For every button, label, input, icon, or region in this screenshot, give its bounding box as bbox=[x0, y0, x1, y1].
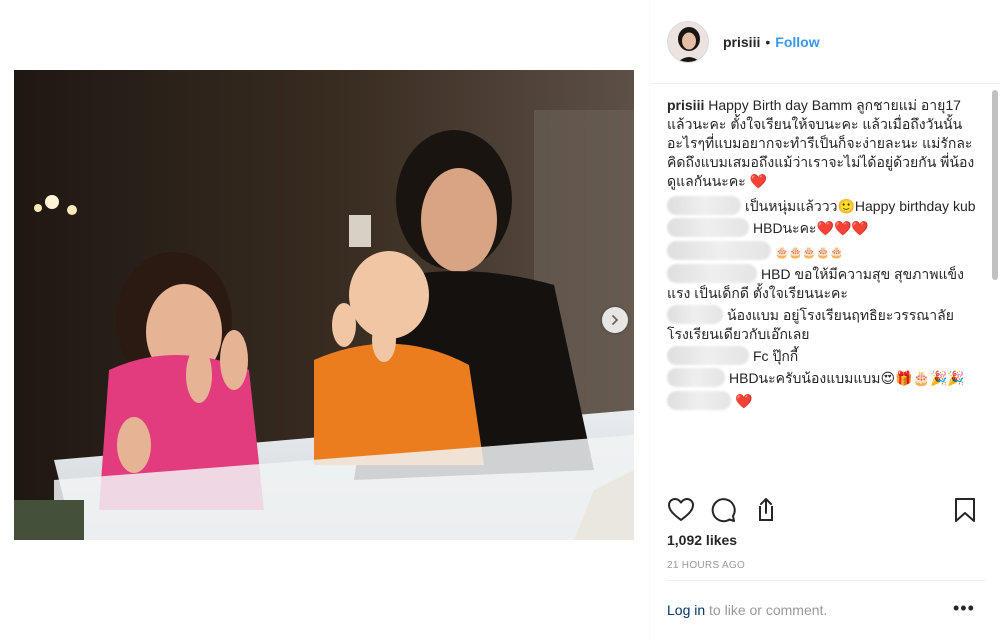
comment-emoji: ❤️❤️❤️ bbox=[816, 221, 869, 237]
caption-username[interactable]: prisiii bbox=[667, 97, 704, 113]
action-bar bbox=[667, 496, 987, 526]
comment-text: HBDนะครับน้องแบมแบม bbox=[729, 370, 881, 386]
comment-text: Fc ปุ๊กกี้ bbox=[753, 348, 799, 364]
comment-item: ❤️ bbox=[667, 391, 976, 412]
scrollbar-thumb[interactable] bbox=[992, 90, 998, 280]
blurred-username bbox=[667, 196, 741, 215]
blurred-username bbox=[667, 305, 723, 324]
divider bbox=[667, 580, 985, 581]
blurred-username bbox=[667, 241, 771, 260]
blurred-username bbox=[667, 391, 731, 410]
next-photo-button[interactable] bbox=[602, 307, 628, 333]
comment-item: HBDนะคะ❤️❤️❤️ bbox=[667, 218, 976, 239]
login-prompt-text: to like or comment. bbox=[705, 602, 828, 618]
post-header: prisiii • Follow bbox=[651, 0, 1000, 84]
bookmark-icon bbox=[955, 498, 975, 522]
comment-item: 🎂🎂🎂🎂🎂 bbox=[667, 241, 976, 262]
comment-bubble-icon bbox=[711, 498, 736, 523]
post-timestamp[interactable]: 21 HOURS AGO bbox=[667, 560, 745, 571]
chevron-right-icon bbox=[612, 315, 619, 325]
post-sidebar: prisiii • Follow prisiii Happy Birth day… bbox=[650, 0, 1000, 640]
share-icon bbox=[759, 498, 773, 521]
comment-item: Fc ปุ๊กกี้ bbox=[667, 346, 976, 366]
family-photo-illustration bbox=[14, 70, 634, 540]
login-prompt: Log in to like or comment. bbox=[667, 602, 827, 618]
blurred-username bbox=[667, 218, 749, 237]
comment-emoji: 😍🎁🎂🎉🎉 bbox=[880, 371, 965, 387]
post-caption: prisiii Happy Birth day Bamm ลูกชายแม่ อ… bbox=[667, 96, 976, 192]
like-button[interactable] bbox=[667, 496, 695, 524]
comment-item: HBDนะครับน้องแบมแบม😍🎁🎂🎉🎉 bbox=[667, 368, 976, 389]
caption-heart-emoji: ❤️ bbox=[749, 174, 768, 190]
share-button[interactable] bbox=[751, 496, 779, 524]
header-separator: • bbox=[765, 33, 771, 50]
follow-button[interactable]: Follow bbox=[775, 34, 819, 50]
comment-text: เป็นหนุ่มแล้ววว🙂Happy birthday kub bbox=[745, 198, 976, 214]
blurred-username bbox=[667, 368, 725, 387]
comment-emoji: ❤️ bbox=[735, 394, 753, 410]
comments-list: prisiii Happy Birth day Bamm ลูกชายแม่ อ… bbox=[651, 96, 986, 486]
comment-item: เป็นหนุ่มแล้ววว🙂Happy birthday kub bbox=[667, 196, 976, 216]
comment-button[interactable] bbox=[709, 496, 737, 524]
avatar-image bbox=[668, 21, 708, 62]
comment-emoji: 🎂🎂🎂🎂🎂 bbox=[775, 246, 844, 259]
likes-count[interactable]: 1,092 likes bbox=[667, 532, 737, 548]
save-button[interactable] bbox=[951, 496, 979, 524]
header-username[interactable]: prisiii bbox=[723, 34, 760, 50]
comment-item: น้องแบม อยู่โรงเรียนฤทธิยะวรรณาลัย โรงเร… bbox=[667, 305, 976, 344]
more-options-button[interactable]: ••• bbox=[953, 598, 975, 619]
post-photo[interactable] bbox=[14, 70, 634, 540]
avatar[interactable] bbox=[667, 20, 709, 63]
login-link[interactable]: Log in bbox=[667, 602, 705, 618]
caption-text: Happy Birth day Bamm ลูกชายแม่ อายุ17 แล… bbox=[667, 97, 975, 189]
comment-item: HBD ขอให้มีความสุข สุขภาพแข็งแรง เป็นเด็… bbox=[667, 264, 976, 303]
heart-outline-icon bbox=[668, 498, 694, 521]
blurred-username bbox=[667, 264, 757, 283]
comment-text: HBDนะคะ bbox=[753, 220, 817, 236]
post-media-panel bbox=[0, 0, 650, 640]
blurred-username bbox=[667, 346, 749, 365]
comments-scrollbar[interactable] bbox=[990, 90, 998, 486]
